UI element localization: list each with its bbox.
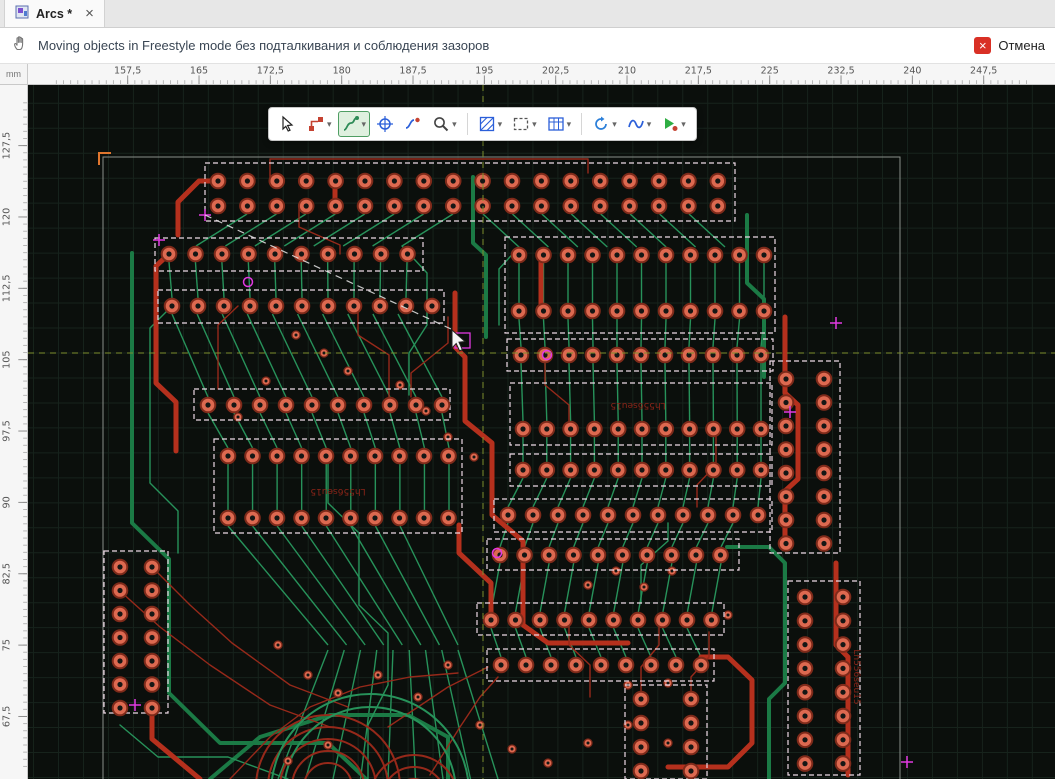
refresh-button[interactable]: ▾ <box>588 111 621 137</box>
pcb-editor-window: Arcs * × Moving objects in Freestyle mod… <box>0 0 1055 779</box>
svg-text:232,5: 232,5 <box>827 66 854 77</box>
freestyle-route-button[interactable]: ▾ <box>338 111 371 137</box>
cancel-x-icon[interactable]: × <box>974 37 991 54</box>
svg-text:Lh556seu15: Lh556seu15 <box>851 649 861 704</box>
svg-text:120: 120 <box>2 208 13 226</box>
svg-text:172,5: 172,5 <box>257 66 284 77</box>
svg-text:165: 165 <box>190 66 208 77</box>
svg-text:210: 210 <box>618 66 636 77</box>
freestyle-route-icon <box>342 115 360 133</box>
chevron-down-icon[interactable]: ▾ <box>362 120 367 129</box>
net-wave-button[interactable]: ▾ <box>623 111 656 137</box>
chevron-down-icon[interactable]: ▾ <box>532 120 537 129</box>
status-hint-text: Moving objects in Freestyle mode без под… <box>38 38 489 53</box>
place-route-icon <box>307 115 325 133</box>
zoom-button[interactable]: ▾ <box>428 111 461 137</box>
svg-text:217,5: 217,5 <box>685 66 712 77</box>
ruler-unit-corner: mm <box>0 64 28 85</box>
selection-box-button[interactable]: ▾ <box>508 111 541 137</box>
svg-text:Lh556seu15: Lh556seu15 <box>310 486 365 496</box>
svg-text:97,5: 97,5 <box>2 420 13 441</box>
cursor-icon <box>279 115 297 133</box>
svg-text:240: 240 <box>903 66 921 77</box>
refresh-icon <box>592 115 610 133</box>
zoom-icon <box>432 115 450 133</box>
pcb-canvas[interactable]: Lh556seu15 Lh556seu15 Lh556seu15 ▾ ▾ ▾ ▾ ▾ ▾ ▾ ▾ ▾ <box>28 85 1055 779</box>
run-check-button[interactable]: ▾ <box>657 111 690 137</box>
origin-crosshair-button[interactable] <box>372 111 398 137</box>
grid-table-icon <box>547 115 565 133</box>
place-route-button[interactable]: ▾ <box>303 111 336 137</box>
floating-toolbar: ▾ ▾ ▾ ▾ ▾ ▾ ▾ ▾ ▾ <box>268 107 697 141</box>
svg-text:127,5: 127,5 <box>2 132 13 160</box>
svg-text:Lh556seu15: Lh556seu15 <box>610 400 665 410</box>
svg-text:82,5: 82,5 <box>2 563 13 584</box>
svg-text:195: 195 <box>475 66 493 77</box>
svg-text:225: 225 <box>761 66 779 77</box>
pcb-drawing[interactable]: Lh556seu15 Lh556seu15 Lh556seu15 <box>28 85 1055 779</box>
chevron-down-icon[interactable]: ▾ <box>567 120 572 129</box>
horizontal-ruler: 157,5 165 172,5 180 187,5 195 202,5 210 217,5 225… <box>28 64 1055 85</box>
cancel-label: Отмена <box>998 38 1045 53</box>
tab-arcs[interactable]: Arcs * × <box>4 0 105 27</box>
vertical-ruler: 127,5 120 112,5 105 97,5 90 82,5 75 67,5 <box>0 85 28 779</box>
cancel-button[interactable]: × Отмена <box>974 37 1047 54</box>
ratline-button[interactable] <box>400 111 426 137</box>
pan-hand-icon <box>12 35 28 56</box>
toolbar-separator <box>467 113 468 135</box>
svg-text:105: 105 <box>2 350 13 368</box>
chevron-down-icon[interactable]: ▾ <box>612 120 617 129</box>
tab-bar: Arcs * × <box>0 0 1055 28</box>
chevron-down-icon[interactable]: ▾ <box>681 120 686 129</box>
chevron-down-icon[interactable]: ▾ <box>452 120 457 129</box>
chevron-down-icon[interactable]: ▾ <box>327 120 332 129</box>
toolbar-separator <box>581 113 582 135</box>
tab-close-icon[interactable]: × <box>85 6 94 21</box>
cursor-button[interactable] <box>275 111 301 137</box>
tab-label: Arcs * <box>36 7 72 21</box>
svg-text:187,5: 187,5 <box>399 66 426 77</box>
svg-text:75: 75 <box>2 639 13 651</box>
svg-text:202,5: 202,5 <box>542 66 569 77</box>
svg-text:247,5: 247,5 <box>970 66 997 77</box>
copper-pour-icon <box>478 115 496 133</box>
run-check-icon <box>661 115 679 133</box>
copper-pour-button[interactable]: ▾ <box>474 111 507 137</box>
origin-crosshair-icon <box>376 115 394 133</box>
svg-text:180: 180 <box>333 66 351 77</box>
grid-table-button[interactable]: ▾ <box>543 111 576 137</box>
svg-text:90: 90 <box>2 496 13 508</box>
pcb-document-icon <box>15 5 29 22</box>
svg-text:157,5: 157,5 <box>114 66 141 77</box>
ratline-icon <box>404 115 422 133</box>
svg-text:112,5: 112,5 <box>2 275 13 303</box>
selection-box-icon <box>512 115 530 133</box>
svg-text:67,5: 67,5 <box>2 706 13 727</box>
chevron-down-icon[interactable]: ▾ <box>647 120 652 129</box>
hint-bar: Moving objects in Freestyle mode без под… <box>0 28 1055 64</box>
net-wave-icon <box>627 115 645 133</box>
chevron-down-icon[interactable]: ▾ <box>498 120 503 129</box>
